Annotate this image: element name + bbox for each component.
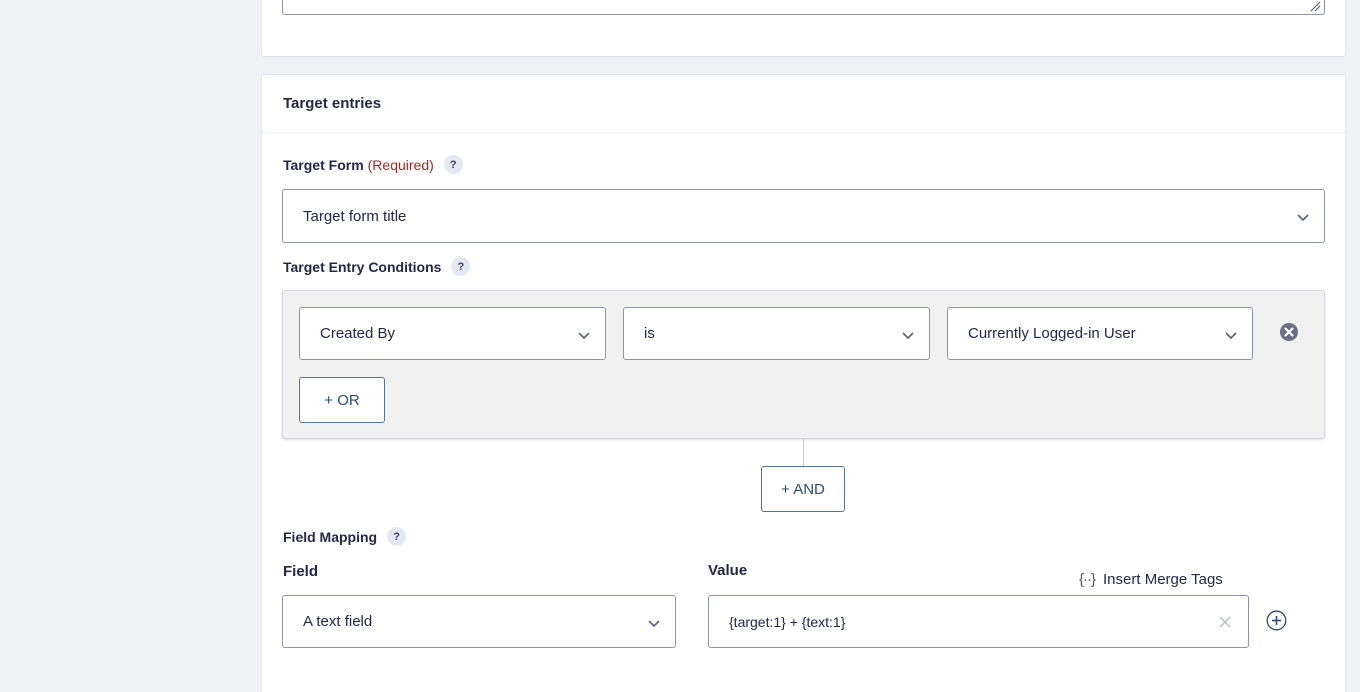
help-icon[interactable]: ? (387, 527, 407, 546)
value-column-header: Value (708, 562, 748, 579)
mapping-value-input[interactable]: {target:1} + {text:1} (708, 595, 1249, 648)
clear-x-icon[interactable] (1218, 615, 1232, 629)
textarea[interactable] (282, 0, 1325, 15)
condition-field-select[interactable]: Created By (299, 307, 606, 360)
merge-tags-icon: {··} (1079, 571, 1096, 588)
conditions-group: Created By is Currently Logged-in User +… (282, 290, 1325, 439)
add-or-button[interactable]: + OR (299, 377, 385, 423)
mapping-field-select[interactable]: A text field (282, 595, 676, 648)
target-entry-conditions-label: Target Entry Conditions ? (283, 257, 471, 276)
target-form-selected: Target form title (303, 207, 407, 225)
condition-field-value: Created By (320, 325, 396, 342)
page: Target entries Target Form (Required) ? … (0, 0, 1360, 692)
field-mapping-label-text: Field Mapping (283, 528, 378, 545)
help-icon[interactable]: ? (443, 155, 463, 174)
help-icon[interactable]: ? (451, 257, 471, 276)
target-entry-conditions-label-text: Target Entry Conditions (283, 258, 442, 275)
previous-settings-card (261, 0, 1346, 57)
chevron-down-icon (648, 619, 660, 627)
field-mapping-label: Field Mapping ? (283, 527, 407, 546)
chevron-down-icon (902, 331, 914, 339)
remove-condition-icon[interactable] (1278, 321, 1300, 343)
target-form-label: Target Form (Required) ? (283, 155, 463, 174)
insert-merge-tags-button[interactable]: {··} Insert Merge Tags (1079, 571, 1223, 588)
target-form-select[interactable]: Target form title (282, 189, 1325, 243)
target-entries-card: Target entries Target Form (Required) ? … (261, 74, 1346, 692)
insert-merge-tags-label: Insert Merge Tags (1103, 571, 1223, 588)
chevron-down-icon (1225, 331, 1237, 339)
mapping-field-value: A text field (303, 613, 373, 630)
condition-operator-select[interactable]: is (623, 307, 930, 360)
field-column-header: Field (283, 563, 319, 580)
condition-value-select[interactable]: Currently Logged-in User (947, 307, 1253, 360)
condition-operator-value: is (644, 325, 655, 342)
and-connector-line (803, 439, 804, 467)
add-mapping-icon[interactable] (1266, 610, 1287, 631)
add-and-button[interactable]: + AND (761, 466, 845, 512)
condition-value-value: Currently Logged-in User (968, 325, 1136, 342)
chevron-down-icon (578, 331, 590, 339)
required-indicator: (Required) (367, 156, 434, 173)
mapping-value-text: {target:1} + {text:1} (729, 613, 846, 630)
section-title: Target entries (262, 75, 1345, 133)
chevron-down-icon (1297, 214, 1309, 222)
resize-grip-icon[interactable] (1309, 0, 1321, 12)
target-form-label-text: Target Form (283, 156, 364, 173)
